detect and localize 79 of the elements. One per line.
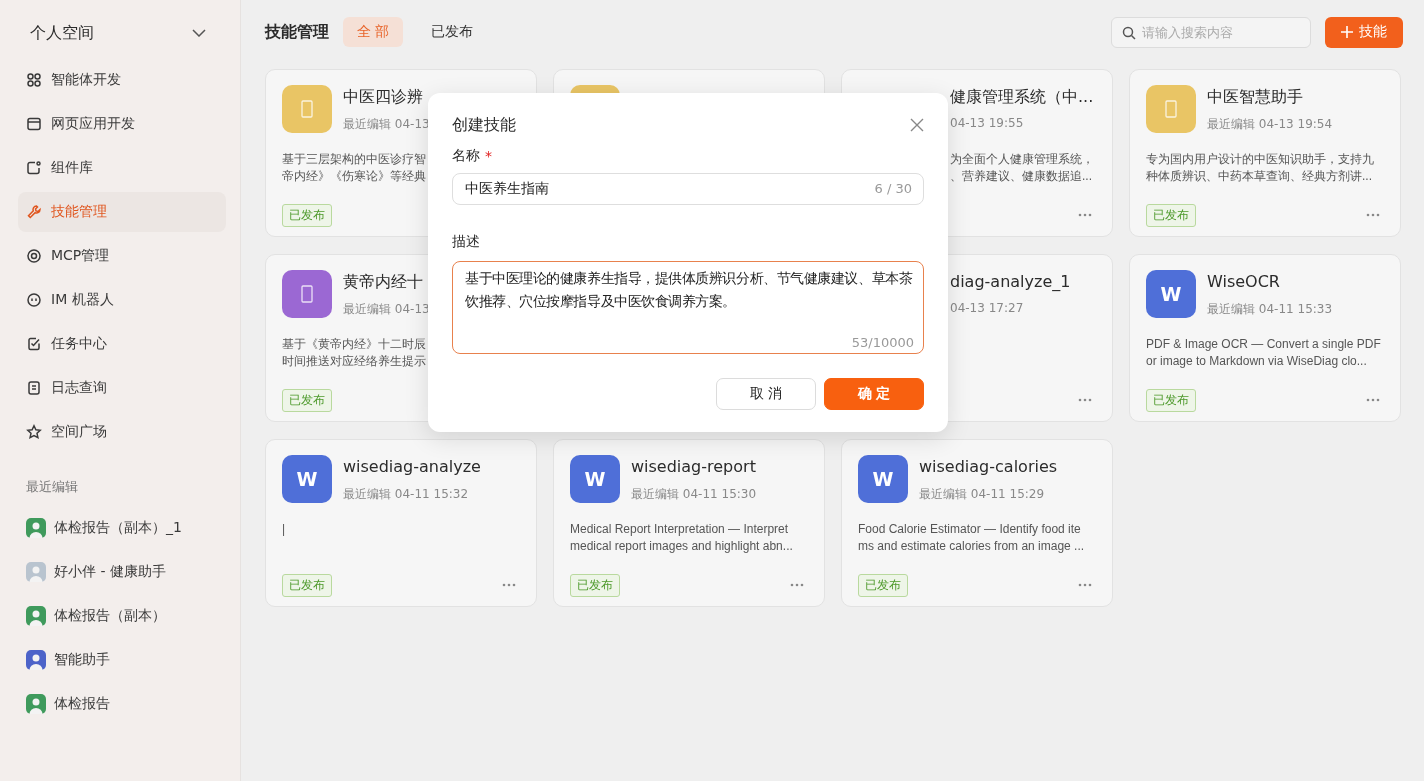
edit-time: 最近编辑 04-13 19:54 xyxy=(1207,116,1333,133)
card-title: 健康管理系统（中... xyxy=(950,86,1094,108)
status-badge: 已发布 xyxy=(1146,388,1196,412)
plus-icon xyxy=(1341,26,1353,38)
card-description: 专为国内用户设计的中医知识助手，支持九种体质辨识、中药本草查询、经典方剂讲... xyxy=(1146,151,1375,185)
nav-item[interactable]: 空间广场 xyxy=(18,412,226,452)
wrench-icon xyxy=(26,204,42,220)
edit-time: 最近编辑 04-11 15:30 xyxy=(631,486,757,503)
edit-time: 最近编辑 04-13 xyxy=(343,116,430,133)
edit-time: 最近编辑 04-11 15:32 xyxy=(343,486,469,503)
cancel-button[interactable]: 取 消 xyxy=(716,378,816,410)
nav-item[interactable]: 任务中心 xyxy=(18,324,226,364)
recent-item[interactable]: 体检报告（副本）_1 xyxy=(18,508,226,548)
card-title: diag-analyze_1 xyxy=(950,271,1071,293)
status-badge: 已发布 xyxy=(282,203,332,227)
skill-card[interactable]: W WiseOCR 最近编辑 04-11 15:33 PDF & Image OCR — Convert a single PDF or image to Markdown via WiseDiag clo... 已发布 xyxy=(1129,254,1401,422)
search-field[interactable]: 请输入搜索内容 xyxy=(1111,16,1311,48)
card-description: 基于三层架构的中医诊疗智帝内经》《伤寒论》等经典 xyxy=(282,151,427,185)
card-title: WiseOCR xyxy=(1207,271,1280,293)
app-icon: W xyxy=(282,455,332,503)
target-icon xyxy=(26,248,42,264)
recent-item[interactable]: 体检报告（副本） xyxy=(18,596,226,636)
card-title: wisediag-report xyxy=(631,456,756,478)
status-badge: 已发布 xyxy=(858,573,908,597)
recent-item[interactable]: 体检报告 xyxy=(18,684,226,724)
document-icon xyxy=(26,380,42,396)
card-description: Medical Report Interpretation — Interpret medical report images and highlight abn... xyxy=(570,521,794,555)
status-badge: 已发布 xyxy=(282,573,332,597)
status-badge: 已发布 xyxy=(282,388,332,412)
card-description: 基于《黄帝内经》十二时辰时间推送对应经络养生提示 xyxy=(282,336,427,370)
card-description: 为全面个人健康管理系统，、营养建议、健康数据追... xyxy=(950,151,1095,185)
edit-time: 最近编辑 04-11 15:33 xyxy=(1207,301,1333,318)
search-icon xyxy=(1122,25,1136,40)
card-title: 中医四诊辨 xyxy=(343,86,423,108)
status-badge: 已发布 xyxy=(570,573,620,597)
char-counter: 53/10000 xyxy=(851,335,914,350)
required-mark: * xyxy=(485,148,492,164)
nav-item[interactable]: 日志查询 xyxy=(18,368,226,408)
card-description: Food Calorie Estimator — Identify food ite ms and estimate calories from an image ... xyxy=(858,521,1086,555)
app-icon: W xyxy=(858,455,908,503)
skill-card[interactable]: 中医智慧助手 最近编辑 04-13 19:54 专为国内用户设计的中医知识助手，支持九种体质辨识、中药本草查询、经典方剂讲... 已发布 xyxy=(1129,69,1401,237)
skill-card[interactable]: W wisediag-report 最近编辑 04-11 15:30 Medical Report Interpretation — Interpret medical report images and highlight abn... 已发布 xyxy=(553,439,825,607)
section-title: 最近编辑 xyxy=(26,478,78,496)
filter-tab[interactable]: 已发布 xyxy=(417,17,488,47)
card-title: wisediag-calories xyxy=(919,456,1058,478)
card-title: 中医智慧助手 xyxy=(1207,86,1303,108)
space-name[interactable]: 个人空间 xyxy=(30,22,94,44)
app-icon: W xyxy=(570,455,620,503)
edit-time: 04-13 17:27 xyxy=(950,301,1024,315)
grid-dots-icon xyxy=(26,72,42,88)
status-badge: 已发布 xyxy=(1146,203,1196,227)
nav-item[interactable]: IM 机器人 xyxy=(18,280,226,320)
nav-item[interactable]: 智能体开发 xyxy=(18,60,226,100)
nav-item[interactable]: 组件库 xyxy=(18,148,226,188)
card-title: 黄帝内经十 xyxy=(343,271,423,293)
edit-time: 04-13 19:55 xyxy=(950,116,1024,130)
card-description: | xyxy=(282,521,287,538)
skill-card[interactable]: W wisediag-calories 最近编辑 04-11 15:29 Food Calorie Estimator — Identify food ite ms and estimate calories from an image ... 已发布 xyxy=(841,439,1113,607)
window-icon xyxy=(26,116,42,132)
checklist-icon xyxy=(26,336,42,352)
chevron-down-icon[interactable] xyxy=(192,29,206,37)
card-title: wisediag-analyze xyxy=(343,456,481,478)
field-label: 名称 xyxy=(452,147,480,165)
component-icon xyxy=(26,160,42,176)
page-title: 技能管理 xyxy=(265,21,329,43)
char-counter: 6 / 30 xyxy=(874,181,912,196)
recent-item[interactable]: 智能助手 xyxy=(18,640,226,680)
robot-face-icon xyxy=(26,292,42,308)
app-icon: W xyxy=(1146,270,1196,318)
close-icon[interactable] xyxy=(910,118,924,132)
edit-time: 最近编辑 04-13 xyxy=(343,301,430,318)
star-icon xyxy=(26,424,42,440)
edit-time: 最近编辑 04-11 15:29 xyxy=(919,486,1045,503)
dialog-title: 创建技能 xyxy=(452,114,516,136)
nav-item[interactable]: 网页应用开发 xyxy=(18,104,226,144)
recent-item[interactable]: 好小伴 - 健康助手 xyxy=(18,552,226,592)
card-description: PDF & Image OCR — Convert a single PDF or image to Markdown via WiseDiag clo... xyxy=(1146,336,1382,370)
nav-item[interactable]: MCP管理 xyxy=(18,236,226,276)
skill-card[interactable]: W wisediag-analyze 最近编辑 04-11 15:32 | 已发布 xyxy=(265,439,537,607)
